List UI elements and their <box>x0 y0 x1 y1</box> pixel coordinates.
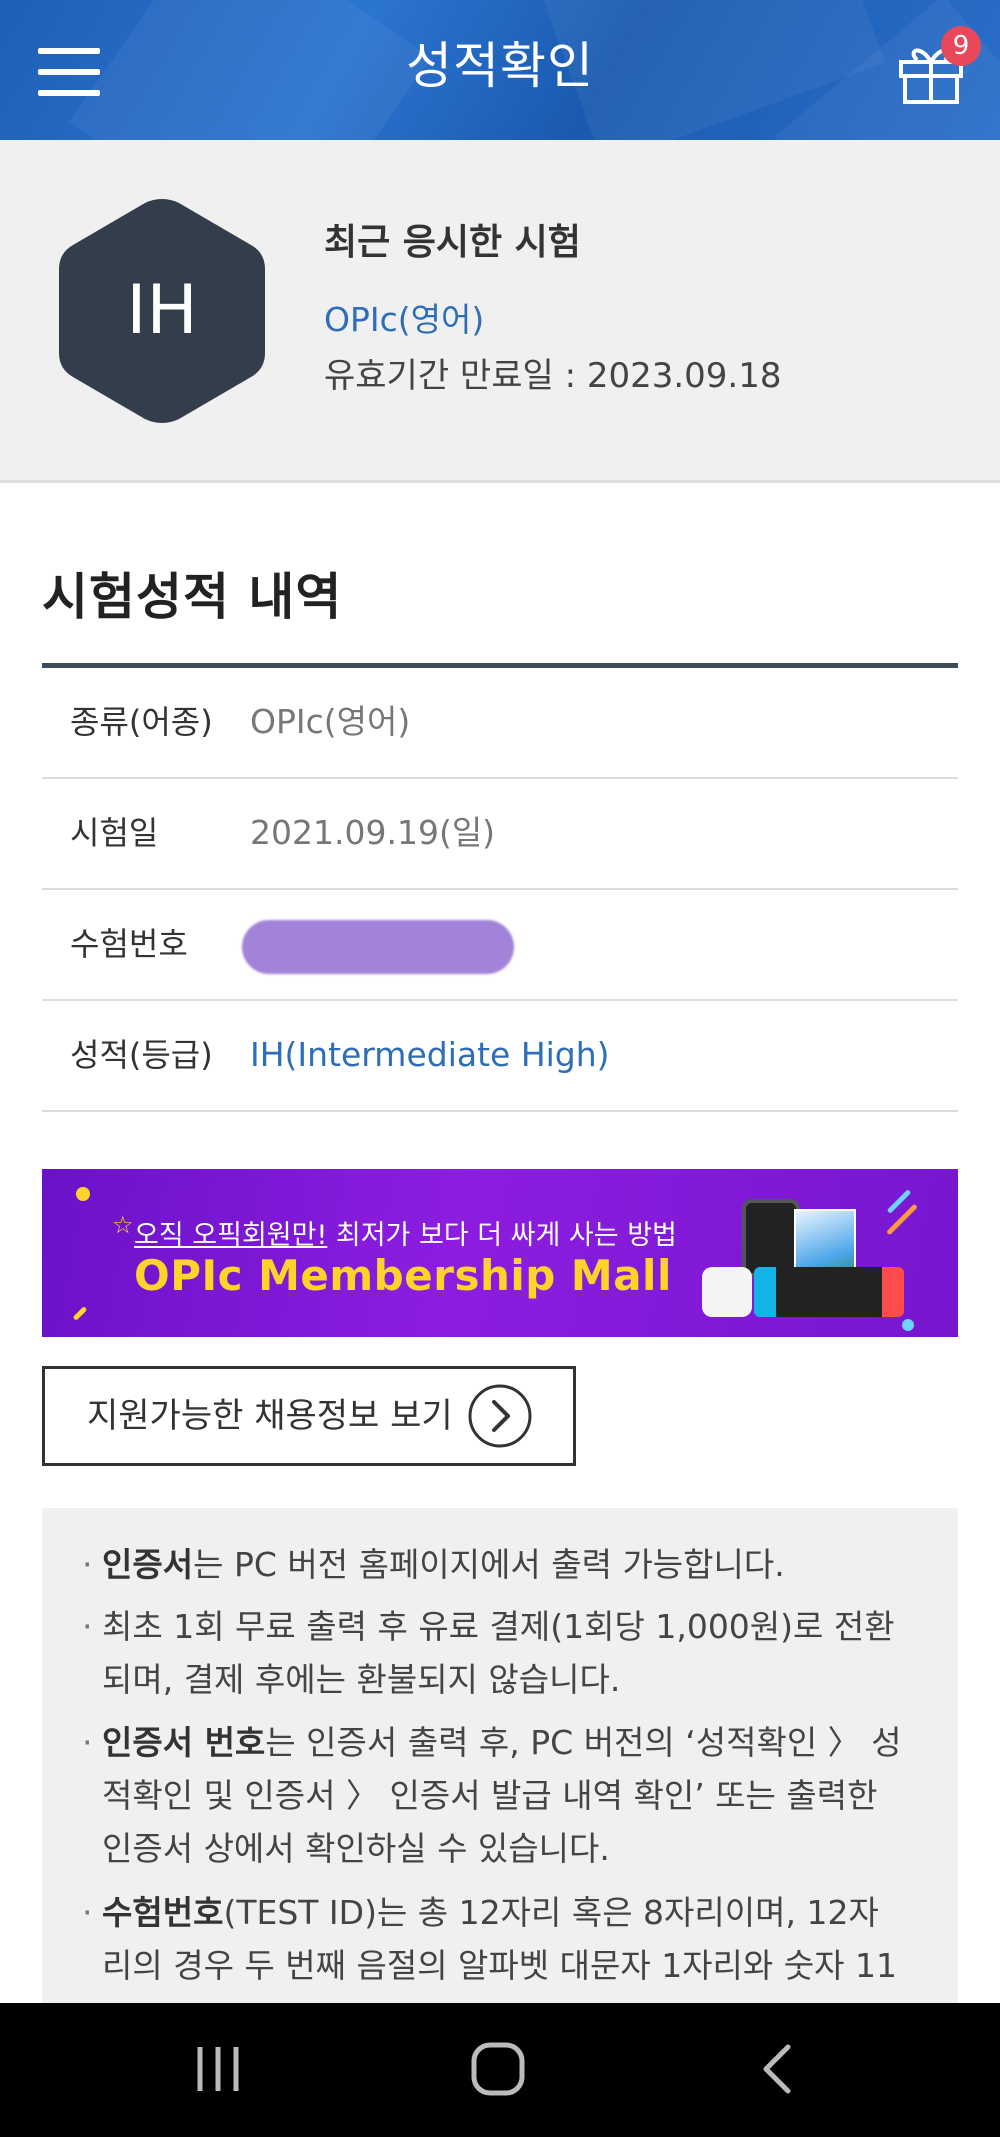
game-console-image <box>754 1267 904 1317</box>
app-header: 성적확인 9 <box>0 0 1000 140</box>
row-label: 종류(어종) <box>70 703 213 741</box>
row-value: OPIc(영어) <box>250 702 411 741</box>
notice-item: · 최초 1회 무료 출력 후 유료 결제(1회당 1,000원)로 전환 되며, … <box>82 1607 895 1699</box>
table-row: 수험번호 <box>42 890 958 1001</box>
row-label: 수험번호 <box>70 925 188 963</box>
home-icon[interactable] <box>470 2041 526 2097</box>
notice-box: · 인증서는 PC 버전 홈페이지에서 출력 가능합니다. · 최초 1회 무료 출… <box>42 1508 958 2008</box>
notice-item: · 인증서 번호는 인증서 출력 후, PC 버전의 ‘성적확인 〉 성 적확인 및… <box>82 1723 902 1868</box>
smartwatch-image <box>742 1199 800 1277</box>
notification-badge: 9 <box>941 26 981 66</box>
chevron-right-circle-icon <box>468 1384 532 1448</box>
redacted-test-id <box>242 920 514 974</box>
grade-value: IH(Intermediate High) <box>250 1035 610 1074</box>
grade-badge-text: IH <box>126 271 198 350</box>
section-title: 시험성적 내역 <box>42 568 343 626</box>
notice-item: · 인증서는 PC 버전 홈페이지에서 출력 가능합니다. <box>82 1545 785 1584</box>
banner-title: OPIc Membership Mall <box>134 1251 672 1300</box>
row-value: 2021.09.19(일) <box>250 813 496 852</box>
table-row: 성적(등급) IH(Intermediate High) <box>42 1001 958 1112</box>
row-label: 시험일 <box>70 814 159 852</box>
expiry-date: 유효기간 만료일 : 2023.09.18 <box>324 356 782 396</box>
membership-mall-banner[interactable]: ☆ 오직 오픽회원만! 최저가 보다 더 싸게 사는 방법 OPIc Membe… <box>42 1169 958 1337</box>
recent-exam-name[interactable]: OPIc(영어) <box>324 293 484 341</box>
recent-exam-label: 최근 응시한 시험 <box>324 222 581 263</box>
system-navigation-bar <box>0 2003 1000 2137</box>
banner-subtitle: 오직 오픽회원만! 최저가 보다 더 싸게 사는 방법 <box>134 1220 677 1251</box>
recent-apps-icon[interactable] <box>192 2043 244 2095</box>
page-title: 성적확인 <box>406 37 594 95</box>
job-button-label: 지원가능한 채용정보 보기 <box>87 1396 453 1436</box>
back-icon[interactable] <box>758 2043 798 2095</box>
result-table: 종류(어종) OPIc(영어) 시험일 2021.09.19(일) 수험번호 성… <box>42 663 958 1112</box>
star-icon: ☆ <box>112 1211 134 1239</box>
table-row: 시험일 2021.09.19(일) <box>42 779 958 890</box>
table-row: 종류(어종) OPIc(영어) <box>42 668 958 779</box>
view-job-info-button[interactable]: 지원가능한 채용정보 보기 <box>42 1366 576 1466</box>
earbuds-image <box>702 1267 752 1317</box>
notice-item: · 수험번호(TEST ID)는 총 12자리 혹은 8자리이며, 12자 리의 경… <box>82 1893 897 1985</box>
row-label: 성적(등급) <box>70 1036 213 1074</box>
